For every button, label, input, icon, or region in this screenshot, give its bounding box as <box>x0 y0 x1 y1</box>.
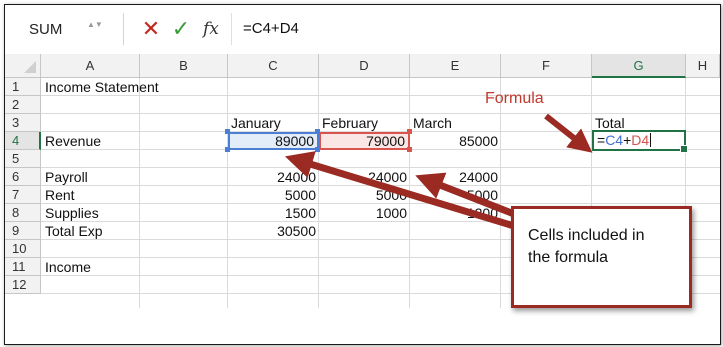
select-all-triangle-icon <box>24 61 36 73</box>
row-header-6[interactable]: 6 <box>5 168 41 186</box>
row-header-9[interactable]: 9 <box>5 222 41 240</box>
cancel-icon[interactable]: ✕ <box>140 17 162 41</box>
row-header-5[interactable]: 5 <box>5 150 41 168</box>
column-header-g[interactable]: G <box>592 54 686 78</box>
range-handle[interactable] <box>315 129 320 134</box>
row-header-11[interactable]: 11 <box>5 258 41 276</box>
row-header-12[interactable]: 12 <box>5 276 41 294</box>
formula-input[interactable]: =C4+D4 <box>243 17 299 41</box>
column-header-c[interactable]: C <box>228 54 319 78</box>
fill-handle[interactable] <box>680 145 688 153</box>
row-header-3[interactable]: 3 <box>5 114 41 132</box>
cell-c9[interactable]: 30500 <box>228 222 319 240</box>
callout-line-2: the formula <box>528 249 609 266</box>
row-header-2[interactable]: 2 <box>5 96 41 114</box>
column-header-d[interactable]: D <box>319 54 410 78</box>
cell-a11[interactable]: Income <box>42 258 140 276</box>
formula-bar: SUM ▲▼ ✕ ✓ fx =C4+D4 <box>5 5 720 55</box>
cell-c4: 89000 <box>275 133 314 149</box>
cell-c3[interactable]: January <box>228 114 319 132</box>
name-box-stepper-icon[interactable]: ▲▼ <box>87 20 103 40</box>
formula-equals: = <box>597 132 606 148</box>
cell-c7[interactable]: 5000 <box>228 186 319 204</box>
column-header-b[interactable]: B <box>140 54 228 78</box>
reference-cell-d4[interactable]: 79000 <box>319 132 410 150</box>
cell-d3[interactable]: February <box>319 114 410 132</box>
column-header-f[interactable]: F <box>501 54 592 78</box>
cells-included-callout: Cells included in the formula <box>511 206 692 308</box>
callout-line-1: Cells included in <box>528 227 645 244</box>
cell-a8[interactable]: Supplies <box>42 204 140 222</box>
cell-a1[interactable]: Income Statement <box>42 78 232 96</box>
formula-bar-divider <box>231 13 232 45</box>
cell-e4[interactable]: 85000 <box>410 132 501 150</box>
range-handle[interactable] <box>225 147 230 152</box>
cell-d4: 79000 <box>366 133 405 149</box>
text-caret <box>650 133 652 147</box>
active-cell-g4[interactable]: =C4+D4 <box>592 130 688 153</box>
select-all-corner[interactable] <box>5 54 41 78</box>
row-header-7[interactable]: 7 <box>5 186 41 204</box>
cell-a6[interactable]: Payroll <box>42 168 140 186</box>
formula-ref-d4: D4 <box>631 132 650 148</box>
enter-checkmark-icon[interactable]: ✓ <box>170 17 192 41</box>
insert-function-icon[interactable]: fx <box>203 17 229 41</box>
range-handle[interactable] <box>225 129 230 134</box>
cell-c6[interactable]: 24000 <box>228 168 319 186</box>
name-box[interactable]: SUM ▲▼ <box>19 17 109 43</box>
row-header-1[interactable]: 1 <box>5 78 41 96</box>
cell-e6[interactable]: 24000 <box>410 168 501 186</box>
reference-cell-c4[interactable]: 89000 <box>228 132 319 150</box>
cell-d7[interactable]: 5000 <box>319 186 410 204</box>
column-header-a[interactable]: A <box>41 54 140 78</box>
formula-bar-divider <box>123 13 124 45</box>
range-handle[interactable] <box>407 147 412 152</box>
cell-d6[interactable]: 24000 <box>319 168 410 186</box>
range-handle[interactable] <box>315 147 320 152</box>
cell-c8[interactable]: 1500 <box>228 204 319 222</box>
cell-e3[interactable]: March <box>410 114 501 132</box>
cell-a4[interactable]: Revenue <box>42 132 140 150</box>
cell-a7[interactable]: Rent <box>42 186 140 204</box>
row-header-4[interactable]: 4 <box>5 132 41 150</box>
range-handle[interactable] <box>407 129 412 134</box>
name-box-value: SUM <box>29 21 63 38</box>
column-header-h[interactable]: H <box>686 54 720 78</box>
row-header-8[interactable]: 8 <box>5 204 41 222</box>
row-header-10[interactable]: 10 <box>5 240 41 258</box>
formula-annotation-label: Formula <box>485 90 544 107</box>
cell-a9[interactable]: Total Exp <box>42 222 140 240</box>
column-header-e[interactable]: E <box>410 54 501 78</box>
cell-e7[interactable]: 5000 <box>410 186 501 204</box>
cell-e8[interactable]: 1200 <box>410 204 501 222</box>
cell-d8[interactable]: 1000 <box>319 204 410 222</box>
formula-ref-c4: C4 <box>605 132 624 148</box>
